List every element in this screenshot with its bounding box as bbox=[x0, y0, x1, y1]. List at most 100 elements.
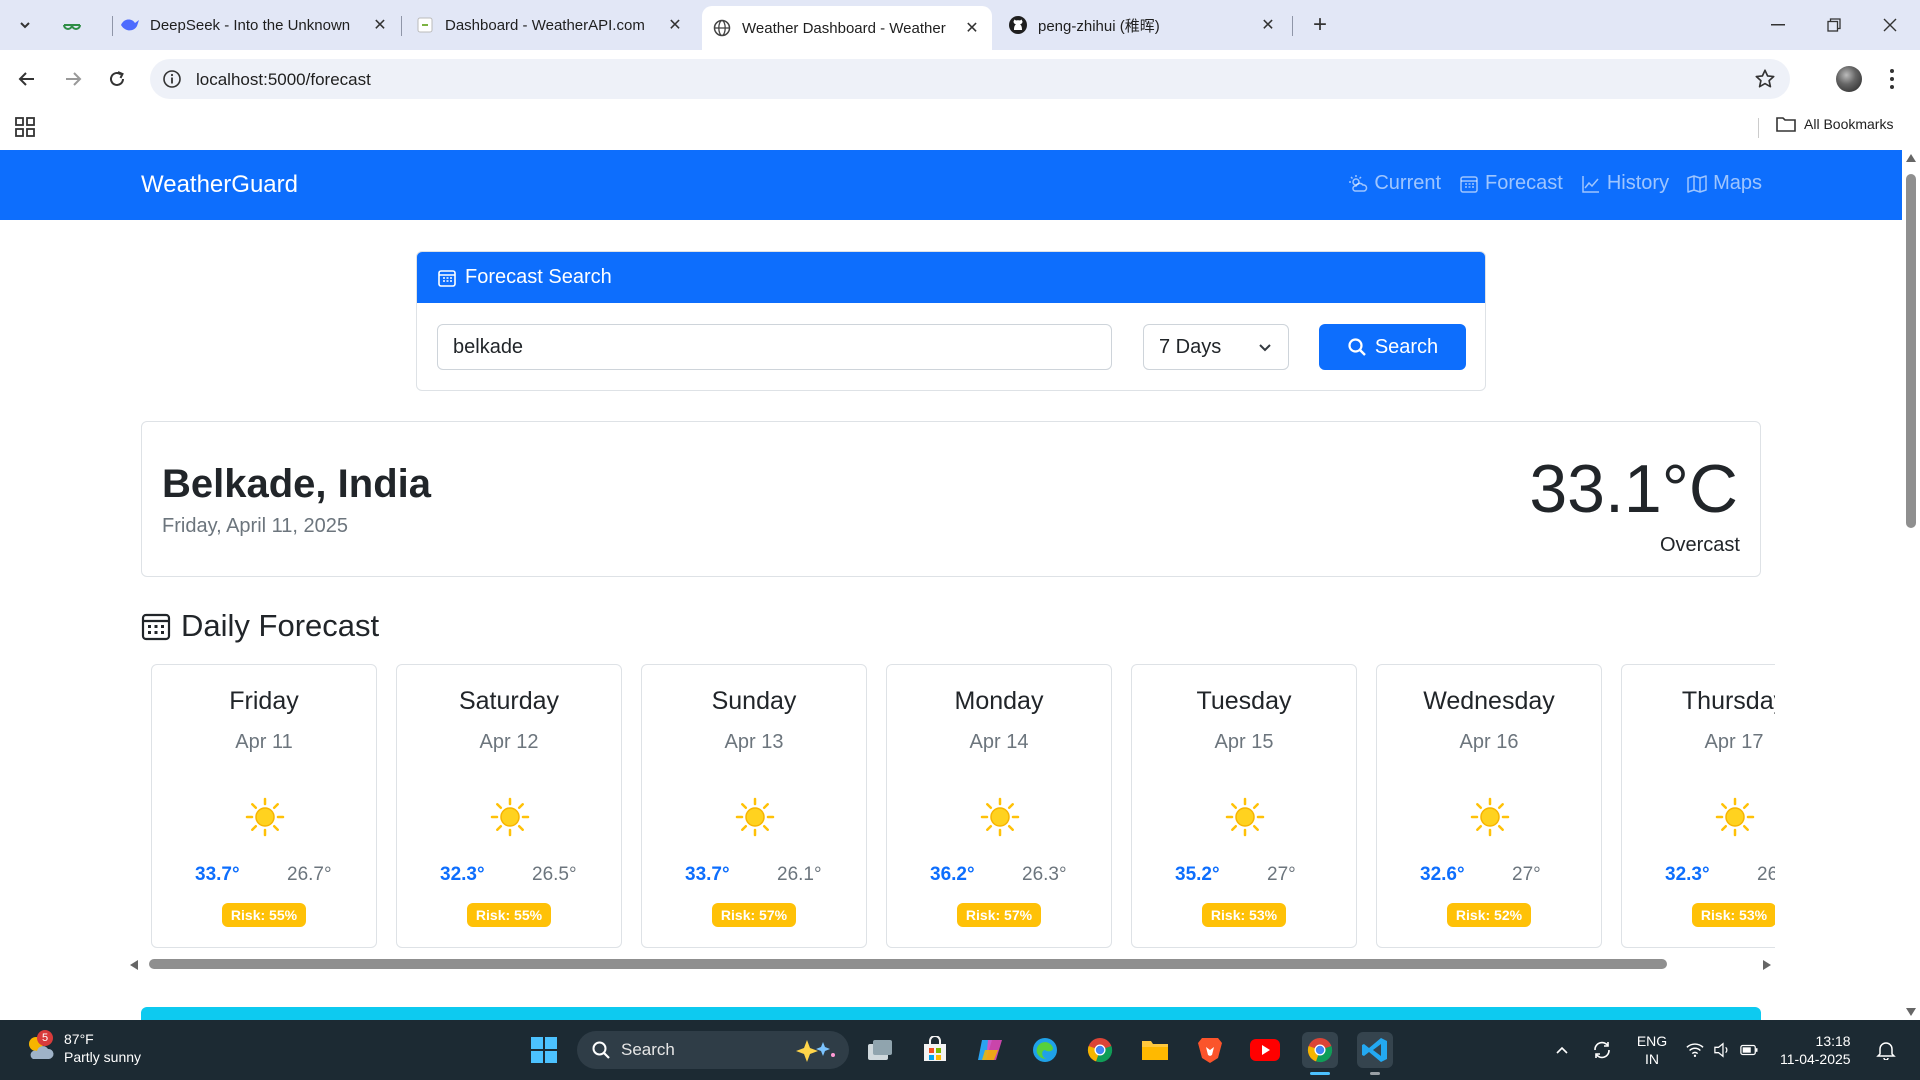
sun-icon bbox=[1715, 797, 1755, 837]
site-info-icon[interactable] bbox=[162, 69, 182, 89]
risk-badge: Risk: 55% bbox=[397, 903, 621, 927]
bookmark-star-icon[interactable] bbox=[1754, 68, 1776, 90]
vertical-scroll-thumb[interactable] bbox=[1906, 174, 1916, 528]
browser-tab-geeksforgeeks[interactable] bbox=[52, 6, 108, 44]
forecast-date: Apr 12 bbox=[479, 731, 539, 753]
risk-badge-label: Risk: 52% bbox=[1446, 903, 1532, 927]
close-icon[interactable]: ✕ bbox=[370, 15, 390, 35]
forecast-date: Apr 15 bbox=[1214, 731, 1274, 753]
partly-sunny-icon: 5 bbox=[24, 1030, 56, 1064]
vscode-icon bbox=[1362, 1038, 1387, 1062]
microsoft-store-button[interactable] bbox=[917, 1032, 953, 1068]
bookmarks-bar: All Bookmarks bbox=[0, 108, 1920, 150]
forecast-date: Apr 16 bbox=[1459, 731, 1519, 753]
browser-tab-weather-dashboard[interactable]: Weather Dashboard - Weather ✕ bbox=[702, 6, 992, 50]
nav-link-current[interactable]: Current bbox=[1348, 172, 1441, 195]
sync-icon bbox=[1594, 1041, 1610, 1059]
app-navbar: WeatherGuard Current Forecast History Ma… bbox=[0, 150, 1902, 220]
weather-widget[interactable]: 5 87°F Partly sunny bbox=[24, 1030, 141, 1066]
url-text[interactable]: localhost:5000/forecast bbox=[196, 70, 371, 90]
horizontal-scrollbar[interactable] bbox=[130, 955, 1775, 973]
nav-link-forecast[interactable]: Forecast bbox=[1459, 172, 1563, 195]
tab-search-button[interactable] bbox=[8, 10, 42, 40]
close-icon[interactable]: ✕ bbox=[665, 15, 685, 35]
days-select[interactable]: 7 Days bbox=[1143, 324, 1289, 370]
next-section-card-header bbox=[141, 1007, 1761, 1020]
back-button[interactable] bbox=[10, 62, 44, 96]
all-bookmarks-button[interactable]: All Bookmarks bbox=[1776, 116, 1893, 132]
nav-link-history[interactable]: History bbox=[1581, 172, 1669, 195]
brave-button[interactable] bbox=[1192, 1032, 1228, 1068]
sync-tray-button[interactable] bbox=[1588, 1020, 1616, 1080]
forecast-min-temp: 27° bbox=[1267, 864, 1296, 885]
forward-button[interactable] bbox=[56, 62, 90, 96]
start-button[interactable] bbox=[526, 1032, 562, 1068]
scroll-up-arrow[interactable] bbox=[1906, 154, 1916, 162]
task-view-button[interactable] bbox=[862, 1032, 898, 1068]
risk-badge: Risk: 52% bbox=[1377, 903, 1601, 927]
apps-grid-icon[interactable] bbox=[14, 116, 36, 138]
restore-button[interactable] bbox=[1806, 0, 1862, 50]
reload-button[interactable] bbox=[100, 62, 134, 96]
forecast-day: Saturday bbox=[458, 687, 560, 715]
risk-badge: Risk: 57% bbox=[642, 903, 866, 927]
profile-avatar[interactable] bbox=[1836, 66, 1862, 92]
forecast-search-card: Forecast Search belkade 7 Days Search bbox=[416, 251, 1486, 391]
minimize-button[interactable] bbox=[1750, 0, 1806, 50]
youtube-button[interactable] bbox=[1247, 1032, 1283, 1068]
forecast-strip[interactable]: Friday Apr 11 33.7° 26.7° Risk: 55% Satu… bbox=[141, 662, 1775, 987]
notifications-button[interactable] bbox=[1872, 1020, 1900, 1080]
nav-link-label: Maps bbox=[1713, 172, 1762, 194]
risk-badge: Risk: 55% bbox=[152, 903, 376, 927]
chevron-up-icon bbox=[1556, 1046, 1568, 1054]
city-input[interactable]: belkade bbox=[437, 324, 1112, 370]
scroll-down-arrow[interactable] bbox=[1906, 1008, 1916, 1016]
forecast-card: Tuesday Apr 15 35.2° 27° Risk: 53% bbox=[1131, 664, 1357, 948]
edge-button[interactable] bbox=[1027, 1032, 1063, 1068]
scroll-left-arrow[interactable] bbox=[130, 960, 138, 970]
chevron-down-icon bbox=[20, 22, 30, 29]
taskbar-search[interactable]: Search bbox=[577, 1031, 849, 1069]
nav-link-maps[interactable]: Maps bbox=[1687, 172, 1762, 195]
language-indicator[interactable]: ENG IN bbox=[1628, 1020, 1676, 1080]
browser-tab-deepseek[interactable]: DeepSeek - Into the Unknown ✕ bbox=[110, 6, 400, 44]
close-icon[interactable]: ✕ bbox=[962, 18, 982, 38]
copilot-button[interactable] bbox=[972, 1032, 1008, 1068]
tab-title: Weather Dashboard - Weather bbox=[742, 19, 946, 37]
close-icon[interactable]: ✕ bbox=[1258, 15, 1278, 35]
search-icon bbox=[592, 1041, 610, 1059]
browser-tab-weatherapi[interactable]: Dashboard - WeatherAPI.com ✕ bbox=[405, 6, 695, 44]
browser-menu-icon[interactable] bbox=[1882, 64, 1902, 94]
forecast-card: Sunday Apr 13 33.7° 26.1° Risk: 57% bbox=[641, 664, 867, 948]
clock[interactable]: 13:18 11-04-2025 bbox=[1780, 1032, 1851, 1068]
system-status-button[interactable] bbox=[1686, 1020, 1758, 1080]
sun-icon bbox=[1470, 797, 1510, 837]
current-condition: Overcast bbox=[1659, 534, 1740, 556]
chrome-button[interactable] bbox=[1082, 1032, 1118, 1068]
sun-icon bbox=[245, 797, 285, 837]
show-hidden-icons-button[interactable] bbox=[1548, 1020, 1576, 1080]
forecast-date: Apr 13 bbox=[724, 731, 784, 753]
close-window-button[interactable] bbox=[1862, 0, 1918, 50]
deepseek-icon bbox=[120, 15, 140, 35]
search-button[interactable]: Search bbox=[1319, 324, 1466, 370]
horizontal-scroll-thumb[interactable] bbox=[149, 959, 1667, 969]
forecast-min-temp: 26 bbox=[1757, 864, 1775, 885]
scroll-right-arrow[interactable] bbox=[1763, 960, 1771, 970]
risk-badge: Risk: 53% bbox=[1622, 903, 1775, 927]
address-bar[interactable]: localhost:5000/forecast bbox=[150, 59, 1790, 99]
chrome-active-button[interactable] bbox=[1302, 1032, 1338, 1068]
forecast-date: Apr 14 bbox=[969, 731, 1029, 753]
vertical-scrollbar[interactable] bbox=[1902, 150, 1920, 1020]
file-explorer-button[interactable] bbox=[1137, 1032, 1173, 1068]
risk-badge-label: Risk: 57% bbox=[956, 903, 1042, 927]
brand-logo[interactable]: WeatherGuard bbox=[141, 171, 298, 199]
forecast-card: Thursday Apr 17 32.3° 26 Risk: 53% bbox=[1621, 664, 1775, 948]
forecast-min-temp: 26.1° bbox=[777, 864, 822, 885]
vscode-button[interactable] bbox=[1357, 1032, 1393, 1068]
reload-icon bbox=[110, 71, 124, 86]
browser-tab-github[interactable]: peng-zhihui (稚晖) ✕ bbox=[998, 6, 1288, 44]
risk-badge-label: Risk: 53% bbox=[1201, 903, 1287, 927]
new-tab-button[interactable]: + bbox=[1305, 10, 1335, 40]
taskbar-search-placeholder: Search bbox=[621, 1040, 675, 1059]
